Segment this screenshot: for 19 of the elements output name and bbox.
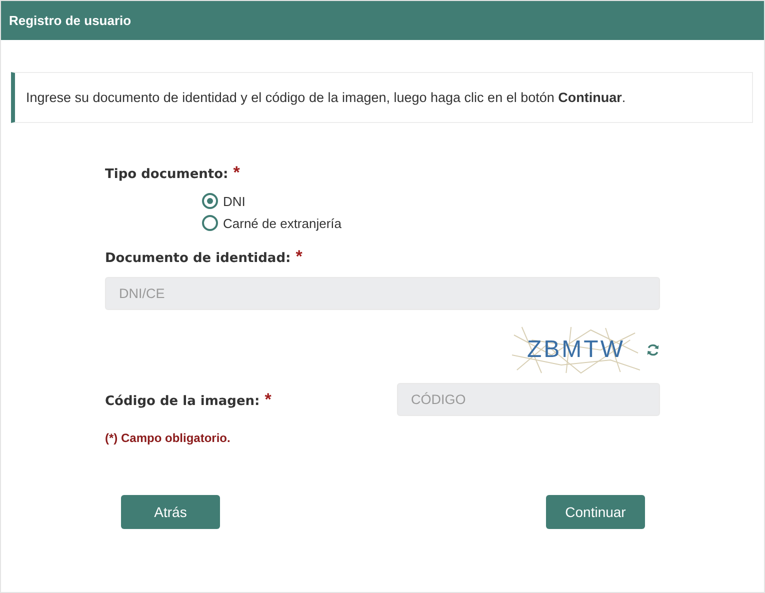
required-asterisk: * xyxy=(264,390,272,410)
field-label: Tipo documento: xyxy=(105,167,228,182)
radio-button[interactable] xyxy=(202,215,218,231)
required-note: (*) Campo obligatorio. xyxy=(105,431,232,445)
continue-button[interactable]: Continuar xyxy=(546,495,645,529)
back-button[interactable]: Atrás xyxy=(121,495,220,529)
document-field[interactable]: DNI/CE xyxy=(105,277,660,310)
page-title: Registro de usuario xyxy=(9,13,132,28)
notice-text: Ingrese su documento de identidad y el código de la imagen, luego haga clic en el botón Continuar. xyxy=(26,90,626,105)
radio-option[interactable]: DNI xyxy=(202,193,246,209)
radio-button[interactable] xyxy=(202,193,218,209)
radio-option[interactable]: Carné de extranjería xyxy=(202,215,342,231)
field-label: Documento de identidad: xyxy=(105,251,291,266)
code-field[interactable]: CÓDIGO xyxy=(397,383,660,416)
field-label: Código de la imagen: xyxy=(105,394,260,408)
required-asterisk: * xyxy=(233,163,240,183)
required-asterisk: * xyxy=(296,247,302,267)
refresh-icon[interactable] xyxy=(646,343,660,357)
captcha-image: ZBMTW xyxy=(512,325,640,375)
